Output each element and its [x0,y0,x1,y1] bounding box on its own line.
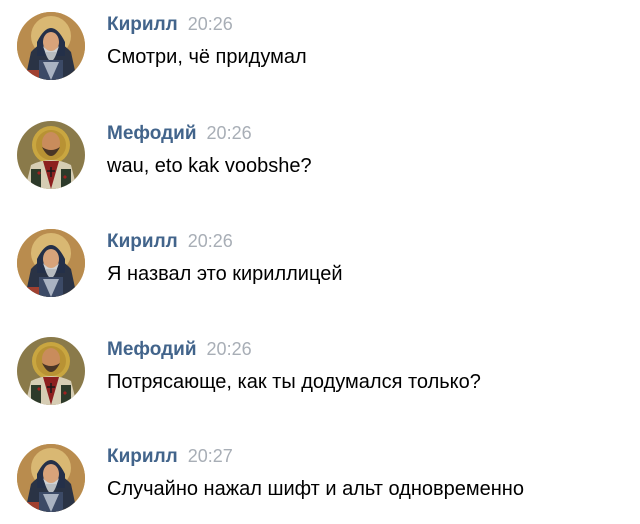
author-name[interactable]: Мефодий [107,123,197,144]
message-time: 20:26 [187,14,233,34]
mefodiy-avatar-icon[interactable] [17,121,85,189]
message-header: Мефодий 20:26 [107,339,252,363]
message-text: Смотри, чё придумал [107,46,307,68]
message-time: 20:26 [206,339,252,359]
message-time: 20:26 [206,123,252,143]
kirill-avatar-icon[interactable] [17,12,85,80]
message-text: Я назвал это кириллицей [107,263,343,285]
message-header: Кирилл 20:26 [107,231,233,255]
message-header: Кирилл 20:27 [107,446,233,470]
message-text: Потрясающе, как ты додумался только? [107,371,481,393]
author-name[interactable]: Мефодий [107,339,197,360]
message-text: Случайно нажал шифт и альт одновременно [107,478,524,500]
kirill-avatar-icon[interactable] [17,444,85,512]
message-header: Кирилл 20:26 [107,14,233,38]
author-name[interactable]: Кирилл [107,231,178,252]
message-item: Кирилл 20:26 Я назвал это кириллицей [0,229,640,309]
message-header: Мефодий 20:26 [107,123,252,147]
message-item: Кирилл 20:27 Случайно нажал шифт и альт о… [0,444,640,524]
message-time: 20:27 [187,446,233,466]
chat-history: Кирилл 20:26 Смотри, чё придумал Мефодий 2… [0,0,640,520]
message-item: Мефодий 20:26 Потрясающе, как ты додумалс… [0,337,640,417]
message-time: 20:26 [187,231,233,251]
message-text: wau, eto kak voobshe? [107,155,312,177]
kirill-avatar-icon[interactable] [17,229,85,297]
message-item: Мефодий 20:26 wau, eto kak voobshe? [0,121,640,201]
author-name[interactable]: Кирилл [107,14,178,35]
message-item: Кирилл 20:26 Смотри, чё придумал [0,12,640,92]
author-name[interactable]: Кирилл [107,446,178,467]
mefodiy-avatar-icon[interactable] [17,337,85,405]
